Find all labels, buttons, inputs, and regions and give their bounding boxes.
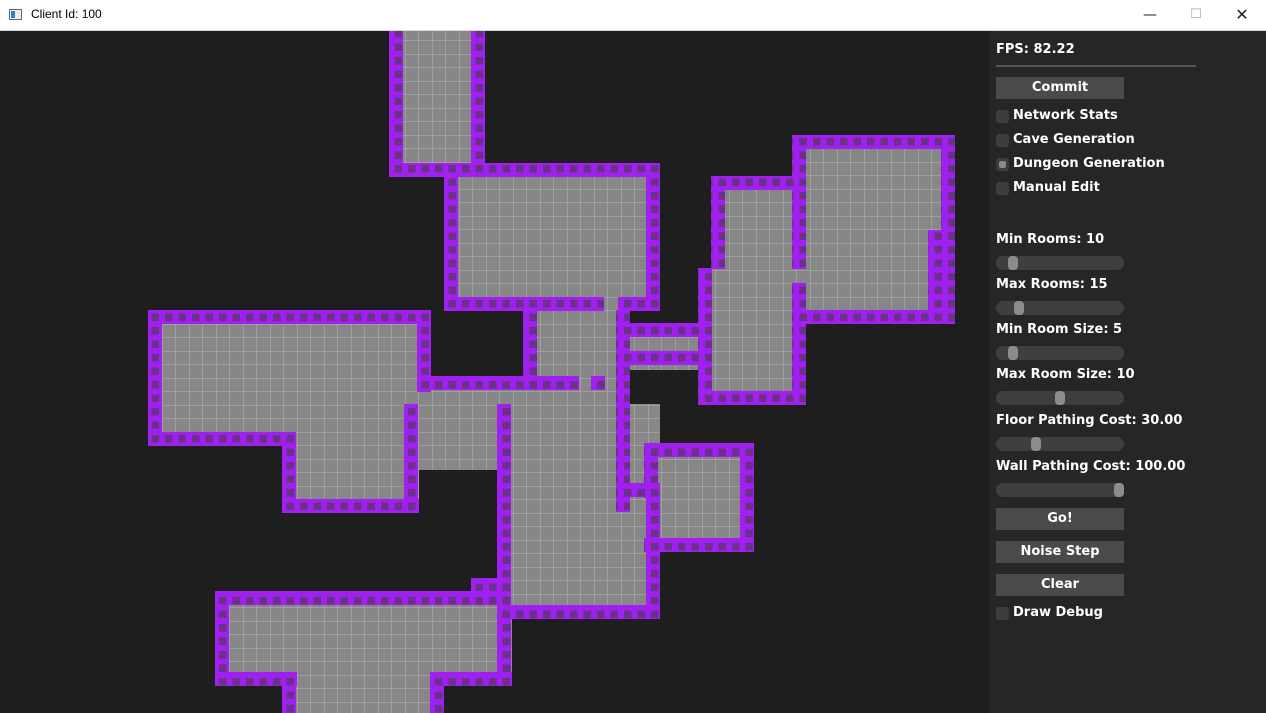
checkbox-box[interactable] bbox=[996, 158, 1009, 171]
wall-tiles bbox=[537, 376, 579, 390]
floor-pathing-cost-slider[interactable] bbox=[996, 437, 1124, 451]
wall-tiles bbox=[698, 391, 806, 405]
control-panel: FPS: 82.22 Commit Network Stats Cave Gen… bbox=[990, 31, 1266, 713]
wall-tiles bbox=[740, 443, 754, 552]
wall-tiles bbox=[148, 432, 296, 446]
clear-button[interactable]: Clear bbox=[996, 574, 1124, 596]
slider-thumb[interactable] bbox=[1007, 346, 1018, 360]
floor-tiles bbox=[644, 443, 754, 552]
wall-tiles bbox=[698, 268, 712, 405]
noise-step-button[interactable]: Noise Step bbox=[996, 541, 1124, 563]
divider bbox=[996, 65, 1196, 67]
floor-pathing-cost-label: Floor Pathing Cost: 30.00 bbox=[996, 413, 1183, 428]
wall-tiles bbox=[148, 310, 162, 445]
min-room-size-slider[interactable] bbox=[996, 346, 1124, 360]
maximize-icon: ☐ bbox=[1190, 7, 1202, 22]
wall-tiles bbox=[792, 283, 806, 405]
wall-tiles bbox=[511, 605, 660, 619]
wall-tiles bbox=[630, 351, 698, 365]
min-room-size-label: Min Room Size: 5 bbox=[996, 322, 1123, 337]
wall-tiles bbox=[711, 176, 725, 269]
window-title: Client Id: 100 bbox=[31, 7, 102, 21]
wall-tiles bbox=[616, 483, 660, 497]
wall-tiles bbox=[591, 376, 605, 390]
checkbox-label: Draw Debug bbox=[1013, 605, 1103, 620]
wall-tiles bbox=[389, 31, 403, 177]
wall-tiles bbox=[644, 443, 754, 457]
wall-tiles bbox=[404, 404, 418, 513]
max-rooms-label: Max Rooms: 15 bbox=[996, 277, 1108, 292]
checkbox-label: Dungeon Generation bbox=[1013, 156, 1165, 171]
title-bar[interactable]: Client Id: 100 — ☐ ✕ bbox=[0, 0, 1266, 31]
wall-tiles bbox=[444, 163, 660, 177]
commit-button[interactable]: Commit bbox=[996, 77, 1124, 99]
floor-tiles bbox=[444, 163, 660, 311]
slider-thumb[interactable] bbox=[1013, 301, 1024, 315]
slider-thumb[interactable] bbox=[1114, 483, 1124, 497]
wall-pathing-cost-label: Wall Pathing Cost: 100.00 bbox=[996, 459, 1186, 474]
map-viewport[interactable] bbox=[0, 31, 990, 713]
floor-tiles bbox=[698, 268, 806, 405]
wall-tiles bbox=[792, 135, 955, 149]
fps-readout: FPS: 82.22 bbox=[996, 42, 1075, 57]
wall-tiles bbox=[148, 310, 431, 324]
wall-tiles bbox=[282, 672, 296, 713]
wall-tiles bbox=[417, 376, 537, 390]
wall-tiles bbox=[389, 163, 445, 177]
wall-tiles bbox=[644, 538, 754, 552]
checkbox-box[interactable] bbox=[996, 110, 1009, 123]
slider-thumb[interactable] bbox=[1055, 391, 1065, 405]
max-room-size-slider[interactable] bbox=[996, 391, 1124, 405]
wall-tiles bbox=[941, 135, 955, 324]
floor-tiles bbox=[215, 591, 512, 686]
go-button[interactable]: Go! bbox=[996, 508, 1124, 530]
min-rooms-slider[interactable] bbox=[996, 256, 1124, 270]
checkbox-box[interactable] bbox=[996, 182, 1009, 195]
wall-tiles bbox=[471, 578, 511, 592]
minimize-button[interactable]: — bbox=[1127, 0, 1173, 30]
wall-tiles bbox=[497, 404, 511, 444]
min-rooms-label: Min Rooms: 10 bbox=[996, 232, 1105, 247]
close-icon: ✕ bbox=[1235, 5, 1249, 24]
wall-tiles bbox=[215, 591, 511, 605]
maximize-button[interactable]: ☐ bbox=[1173, 0, 1219, 30]
floor-tiles bbox=[282, 672, 444, 713]
app-icon bbox=[9, 9, 22, 20]
wall-tiles bbox=[646, 497, 660, 619]
wall-tiles bbox=[616, 310, 630, 512]
dungeon-map[interactable] bbox=[0, 31, 990, 713]
checkbox-label: Cave Generation bbox=[1013, 132, 1135, 147]
close-button[interactable]: ✕ bbox=[1219, 0, 1265, 30]
wall-tiles bbox=[444, 297, 550, 311]
wall-tiles bbox=[550, 297, 604, 311]
wall-tiles bbox=[523, 310, 537, 376]
slider-thumb[interactable] bbox=[1031, 437, 1042, 451]
wall-tiles bbox=[215, 591, 229, 686]
checkbox-label: Manual Edit bbox=[1013, 180, 1100, 195]
wall-tiles bbox=[711, 176, 805, 190]
wall-tiles bbox=[928, 230, 942, 324]
minimize-icon: — bbox=[1143, 7, 1157, 23]
checkbox-box[interactable] bbox=[996, 607, 1009, 620]
wall-tiles bbox=[646, 163, 660, 311]
wall-tiles bbox=[471, 31, 485, 163]
checkbox-box[interactable] bbox=[996, 134, 1009, 147]
max-room-size-label: Max Room Size: 10 bbox=[996, 367, 1135, 382]
wall-tiles bbox=[792, 135, 806, 269]
floor-tiles bbox=[148, 310, 431, 445]
wall-tiles bbox=[497, 605, 511, 686]
wall-tiles bbox=[444, 163, 458, 311]
max-rooms-slider[interactable] bbox=[996, 301, 1124, 315]
wall-pathing-cost-slider[interactable] bbox=[996, 483, 1124, 497]
checkbox-label: Network Stats bbox=[1013, 108, 1118, 123]
slider-thumb[interactable] bbox=[1007, 256, 1018, 270]
floor-tiles bbox=[389, 31, 485, 177]
wall-tiles bbox=[282, 499, 419, 513]
wall-tiles bbox=[618, 297, 660, 311]
